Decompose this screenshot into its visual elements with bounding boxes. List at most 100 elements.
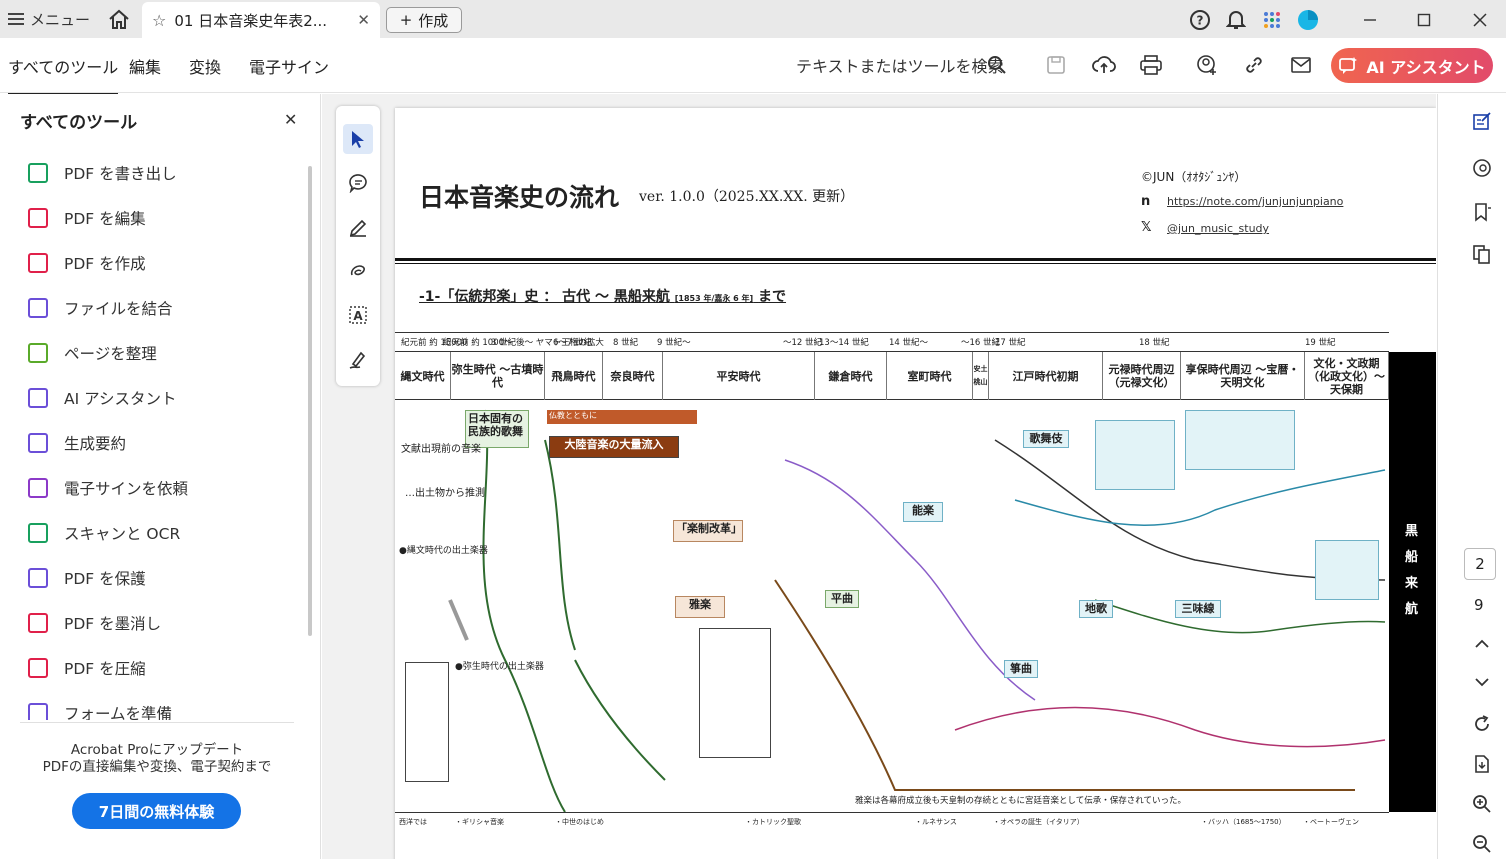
current-page-input[interactable]: 2 — [1464, 548, 1496, 580]
zoom-in-icon[interactable] — [1470, 792, 1494, 816]
era-label: 13〜14 世紀 — [819, 338, 869, 348]
tool-item[interactable]: PDF を墨消し — [0, 600, 310, 645]
highlight-pen-icon[interactable] — [343, 212, 373, 242]
x-link[interactable]: @jun_music_study — [1167, 222, 1269, 235]
western-comparison-row: 西洋では ・ギリシャ音楽 ・中世のはじめ ・カトリック聖歌 ・ルネサンス ・オペラの誕生（… — [395, 812, 1389, 842]
period-label: 文化・文政期（化政文化）〜天保期 — [1305, 352, 1389, 400]
heike-box: 平曲 — [825, 590, 859, 608]
window-close-icon[interactable] — [1468, 8, 1492, 32]
tool-item-label: フォームを準備 — [64, 704, 173, 721]
timeline-body: 日本固有の民族的歌舞 仏教とともに 大陸音楽の大量流入 「楽制改革」 雅楽 能楽… — [395, 400, 1389, 812]
compress-pdf-icon — [28, 657, 48, 678]
redact-pdf-icon — [28, 612, 48, 633]
tool-search-label[interactable]: テキストまたはツールを検索 — [796, 53, 1004, 77]
kyoho-notes-box — [1185, 410, 1295, 470]
save-icon[interactable] — [1043, 52, 1069, 78]
tool-item-label: PDF を墨消し — [64, 614, 162, 633]
western-era-label: 西洋では — [399, 818, 427, 826]
period-label: 飛鳥時代 — [545, 352, 603, 400]
maximize-icon[interactable] — [1412, 8, 1436, 32]
main-toolbar: すべてのツール 編集 変換 電子サイン テキストまたはツールを検索 AI アシス… — [0, 38, 1506, 95]
quick-tools-bar: A — [336, 106, 380, 386]
tool-item[interactable]: PDF を圧縮 — [0, 645, 310, 690]
share-user-icon[interactable] — [1194, 52, 1220, 78]
apps-grid-icon[interactable] — [1260, 8, 1284, 32]
period-label: 弥生時代 〜古墳時代 — [451, 352, 545, 400]
ai-assistant-icon — [28, 387, 48, 408]
section-title-sub: [1853 年/嘉永 6 年] — [674, 294, 754, 303]
link-icon[interactable] — [1241, 52, 1267, 78]
menu-edit[interactable]: 編集 — [129, 54, 161, 78]
new-tab-button[interactable]: + 作成 — [386, 7, 462, 33]
panel-scrollbar[interactable] — [308, 166, 312, 636]
minimize-icon[interactable] — [1358, 8, 1382, 32]
page-up-icon[interactable] — [1470, 632, 1494, 656]
select-tool-icon[interactable] — [343, 124, 373, 154]
comment-tool-icon[interactable] — [343, 168, 373, 198]
koto-box: 箏曲 — [1004, 660, 1038, 678]
tools-panel-title: すべてのツール — [20, 113, 138, 133]
menu-convert[interactable]: 変換 — [189, 54, 221, 78]
title-rule — [395, 258, 1436, 261]
tool-item[interactable]: PDF を作成 — [0, 240, 310, 285]
tool-item[interactable]: PDF を編集 — [0, 195, 310, 240]
document-tab[interactable]: ☆ 01 日本音楽史年表2... ✕ — [142, 2, 380, 38]
comments-icon[interactable] — [1470, 156, 1494, 180]
tool-item[interactable]: PDF を保護 — [0, 555, 310, 600]
note-logo-icon: n — [1141, 194, 1151, 209]
tool-item[interactable]: ページを整理 — [0, 330, 310, 375]
edit-text-icon[interactable] — [1470, 109, 1494, 133]
pages-icon[interactable] — [1470, 242, 1494, 266]
page-down-icon[interactable] — [1470, 670, 1494, 694]
menu-e-sign[interactable]: 電子サイン — [249, 54, 329, 78]
mail-icon[interactable] — [1288, 52, 1314, 78]
era-label: 18 世紀 — [1139, 338, 1170, 348]
era-label: 17 世紀 — [995, 338, 1026, 348]
tool-item[interactable]: ファイルを結合 — [0, 285, 310, 330]
home-button[interactable] — [106, 7, 132, 33]
western-era-label: ・中世のはじめ — [555, 818, 604, 826]
tool-item[interactable]: PDF を書き出し — [0, 150, 310, 195]
search-icon[interactable] — [984, 52, 1010, 78]
draw-icon[interactable] — [343, 256, 373, 286]
tool-item[interactable]: スキャンと OCR — [0, 510, 310, 555]
text-box-icon[interactable]: A — [343, 300, 373, 330]
sign-icon[interactable] — [343, 344, 373, 374]
black-band-char: 航 — [1405, 602, 1419, 617]
close-tab-icon[interactable]: ✕ — [357, 11, 370, 29]
tool-item-label: 生成要約 — [64, 434, 127, 453]
tool-item[interactable]: 電子サインを依頼 — [0, 465, 310, 510]
cloud-upload-icon[interactable] — [1091, 52, 1117, 78]
star-icon[interactable]: ☆ — [152, 11, 166, 30]
gagaku-note-label: 雅楽は各幕府成立後も天皇制の存続とともに宮廷音楽として伝承・保存されていった。 — [855, 796, 1186, 806]
period-label: 奈良時代 — [603, 352, 663, 400]
bell-icon[interactable] — [1224, 8, 1248, 32]
menu-all-tools[interactable]: すべてのツール — [8, 54, 119, 95]
summary-icon — [28, 432, 48, 453]
tool-item-label: ページを整理 — [64, 344, 157, 363]
edo-notes-box — [1315, 540, 1379, 600]
avatar[interactable] — [1296, 8, 1320, 32]
noh-box: 能楽 — [903, 502, 943, 522]
rotate-icon[interactable] — [1470, 712, 1494, 736]
tool-item-label: PDF を書き出し — [64, 164, 177, 183]
tool-item-label: PDF を編集 — [64, 209, 146, 228]
edit-pdf-icon — [28, 207, 48, 228]
note-link[interactable]: https://note.com/junjunjunpiano — [1167, 195, 1343, 208]
free-trial-button[interactable]: 7日間の無料体験 — [72, 793, 241, 829]
tool-item[interactable]: AI アシスタント — [0, 375, 310, 420]
extract-page-icon[interactable] — [1470, 752, 1494, 776]
close-panel-icon[interactable]: ✕ — [284, 110, 297, 129]
black-band-char: 黒 — [1405, 524, 1419, 539]
ai-assistant-button[interactable]: AI アシスタント — [1331, 48, 1493, 83]
bookmark-icon[interactable] — [1470, 200, 1494, 224]
tool-item[interactable]: フォームを準備 — [0, 690, 310, 720]
tool-item[interactable]: 生成要約 — [0, 420, 310, 465]
help-icon[interactable]: ? — [1188, 8, 1212, 32]
print-icon[interactable] — [1138, 52, 1164, 78]
menu-button[interactable]: メニュー — [8, 8, 90, 30]
pdf-page: 日本音楽史の流れ ver. 1.0.0（2025.XX.XX. 更新） ©JUN… — [395, 108, 1436, 859]
tool-item-label: AI アシスタント — [64, 389, 177, 408]
zoom-out-icon[interactable] — [1470, 832, 1494, 856]
promo-text: Acrobat Proにアップデート PDFの直接編集や変換、電子契約まで — [20, 742, 294, 776]
